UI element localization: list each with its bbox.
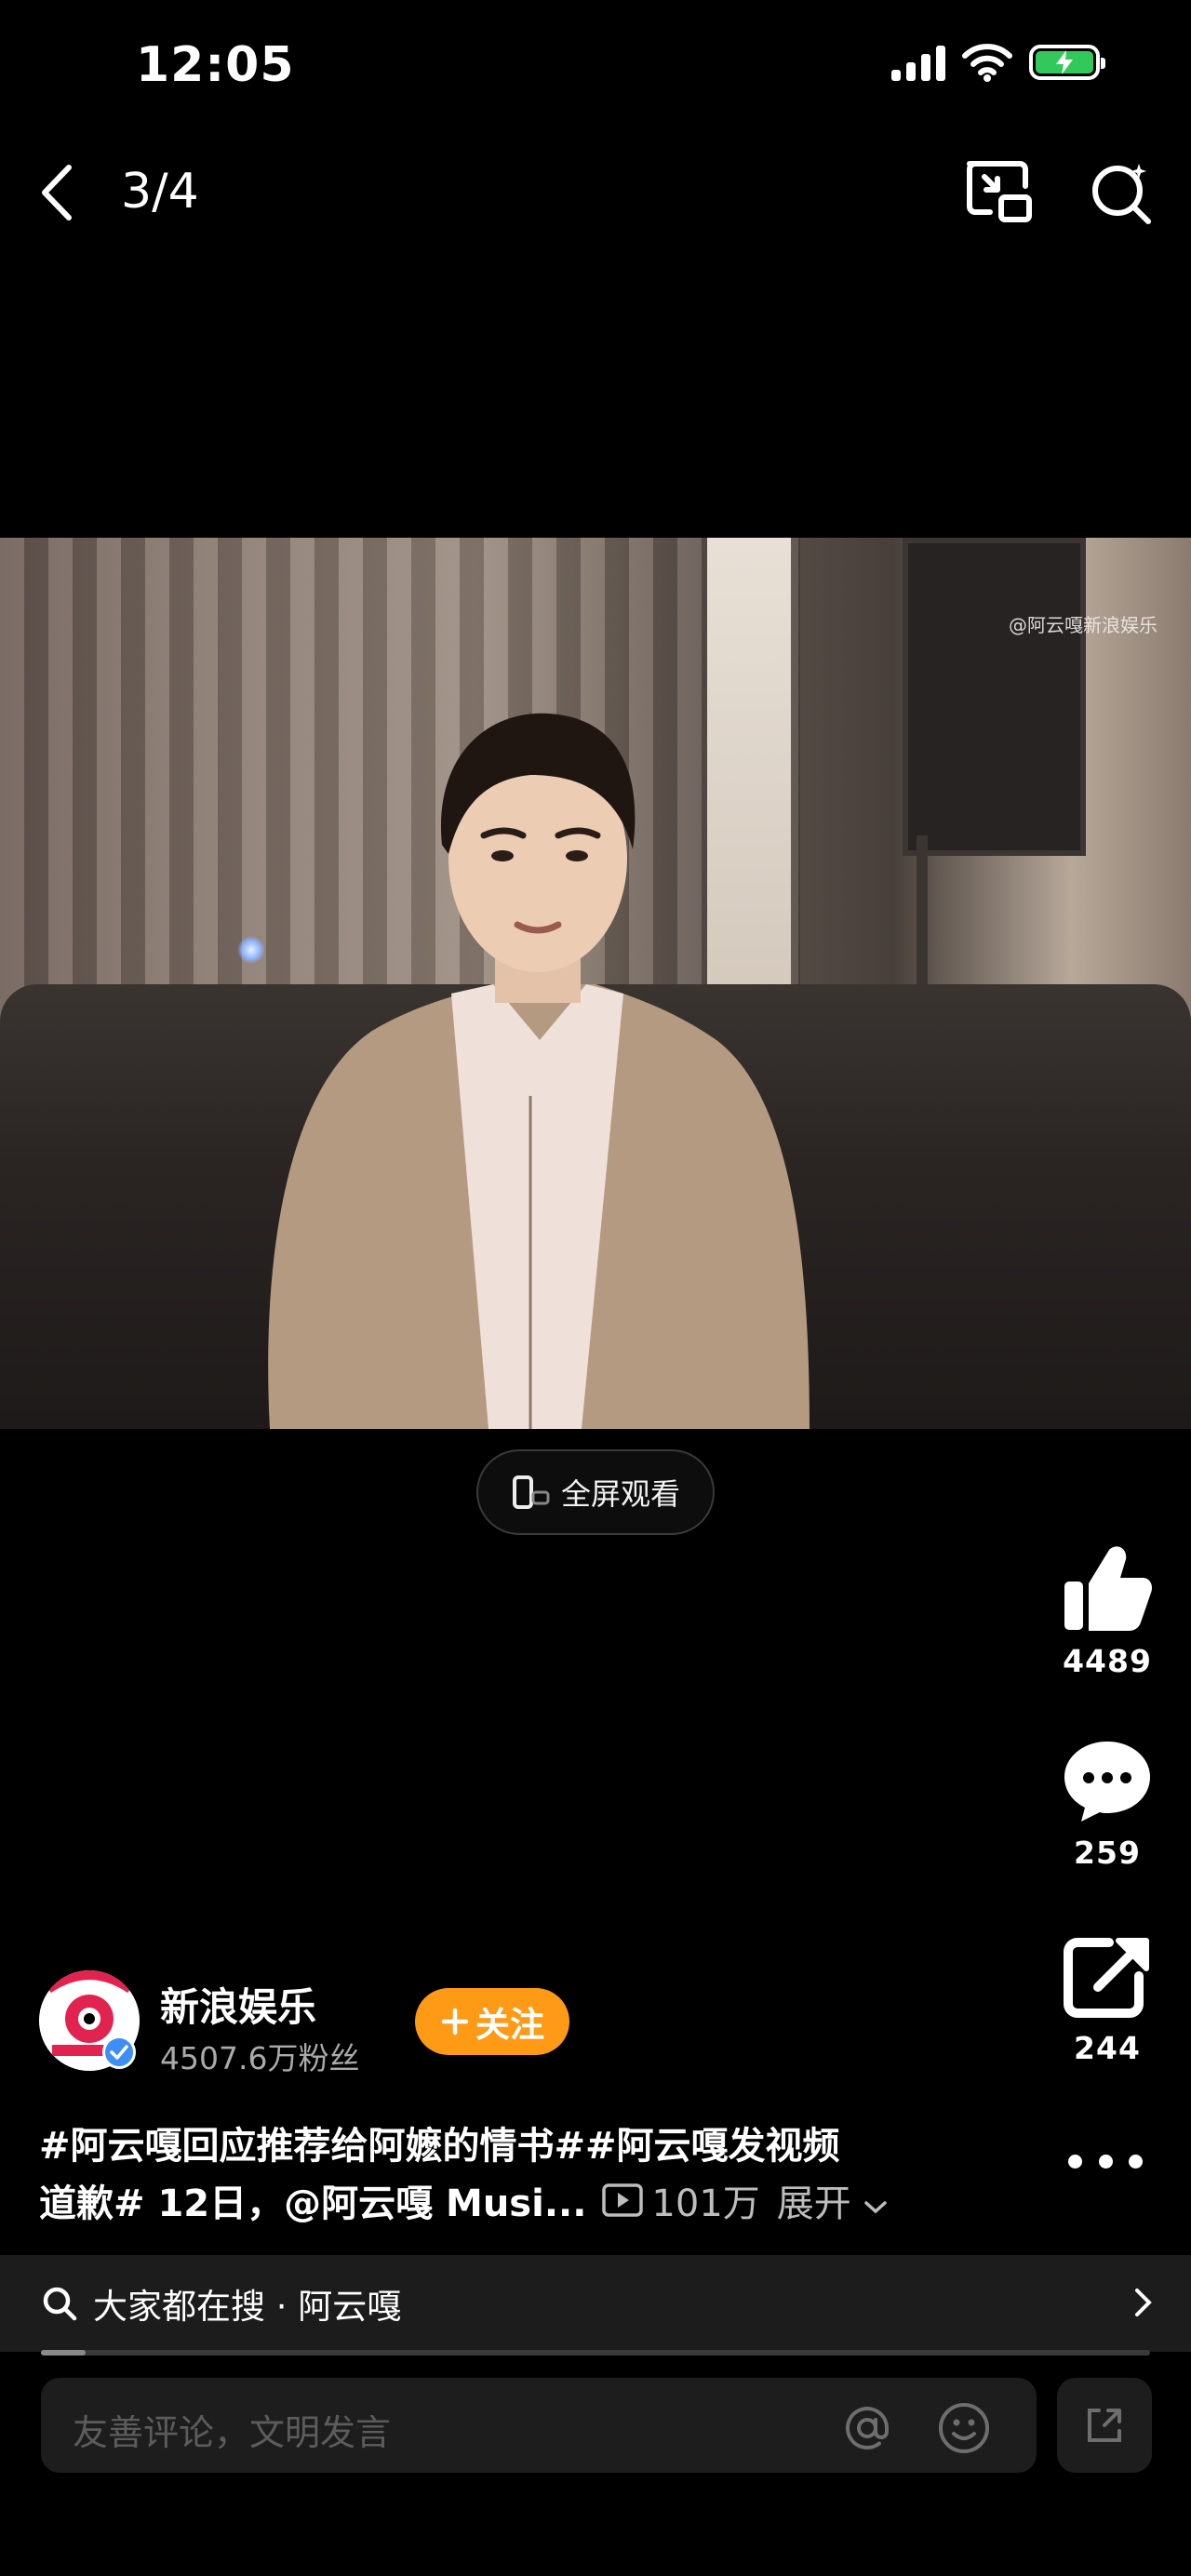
- expand-button[interactable]: 展开: [777, 2173, 888, 2227]
- share-icon: [1064, 1938, 1149, 2018]
- view-count-text: 101万: [651, 2182, 760, 2225]
- view-count: 101万: [601, 2173, 760, 2227]
- expand-label: 展开: [776, 2182, 851, 2225]
- comment-icon: [1064, 1742, 1150, 1822]
- picture-in-picture-icon[interactable]: [964, 158, 1035, 225]
- status-icons: [891, 43, 1105, 82]
- video-progress-track[interactable]: [41, 2350, 1150, 2356]
- plus-icon: [441, 2008, 469, 2035]
- fullscreen-button[interactable]: 全屏观看: [476, 1449, 715, 1535]
- share-button[interactable]: 244: [1051, 1931, 1163, 2066]
- search-suggestion-text: 大家都在搜 · 阿云嘎: [93, 2287, 402, 2327]
- thumbs-up-icon: [1064, 1546, 1152, 1631]
- expand-icon: [1088, 2409, 1121, 2442]
- more-options-icon[interactable]: [1068, 2147, 1143, 2175]
- expand-input-button[interactable]: [1057, 2378, 1152, 2473]
- video-watermark: @阿云嘎新浪娱乐: [1009, 614, 1158, 636]
- comment-button[interactable]: 259: [1051, 1736, 1163, 1871]
- back-icon[interactable]: [37, 162, 78, 223]
- battery-charging-icon: [1029, 45, 1105, 80]
- video-progress-fill: [41, 2350, 86, 2356]
- follow-button[interactable]: 关注: [415, 1988, 569, 2055]
- page-indicator: 3/4: [121, 164, 199, 220]
- chevron-right-icon: [1135, 2289, 1152, 2316]
- comment-placeholder: 友善评论，文明发言: [73, 2412, 392, 2453]
- fan-count: 4507.6万粉丝: [160, 2040, 360, 2076]
- play-icon: [602, 2183, 644, 2217]
- author-name[interactable]: 新浪娱乐: [160, 1976, 316, 2033]
- caption-line-2-text: 道歉# 12日，@阿云嘎 Musi...: [39, 2182, 587, 2225]
- search-icon[interactable]: [1089, 160, 1154, 225]
- caption-line-2[interactable]: 道歉# 12日，@阿云嘎 Musi... 101万 展开: [39, 2173, 888, 2227]
- cellular-signal-icon: [891, 44, 945, 81]
- comment-count: 259: [1074, 1835, 1141, 1871]
- chevron-down-icon: [863, 2201, 887, 2214]
- verified-badge-icon: [102, 2035, 136, 2069]
- follow-label: 关注: [475, 2005, 544, 2045]
- wifi-icon: [962, 44, 1012, 82]
- search-suggestion-bar[interactable]: 大家都在搜 · 阿云嘎: [0, 2255, 1191, 2352]
- fullscreen-label: 全屏观看: [560, 1476, 680, 1512]
- caption-line-1[interactable]: #阿云嘎回应推荐给阿嬷的情书##阿云嘎发视频: [39, 2116, 840, 2169]
- search-icon: [43, 2287, 77, 2321]
- mention-icon[interactable]: [839, 2400, 895, 2456]
- video-player[interactable]: @阿云嘎新浪娱乐: [0, 538, 1191, 1429]
- person-image: [268, 713, 810, 1429]
- rotate-phone-icon: [512, 1475, 550, 1509]
- like-count: 4489: [1063, 1643, 1152, 1679]
- like-button[interactable]: 4489: [1051, 1544, 1163, 1679]
- emoji-icon[interactable]: [936, 2400, 992, 2456]
- share-count: 244: [1074, 2030, 1141, 2066]
- status-time: 12:05: [136, 37, 295, 93]
